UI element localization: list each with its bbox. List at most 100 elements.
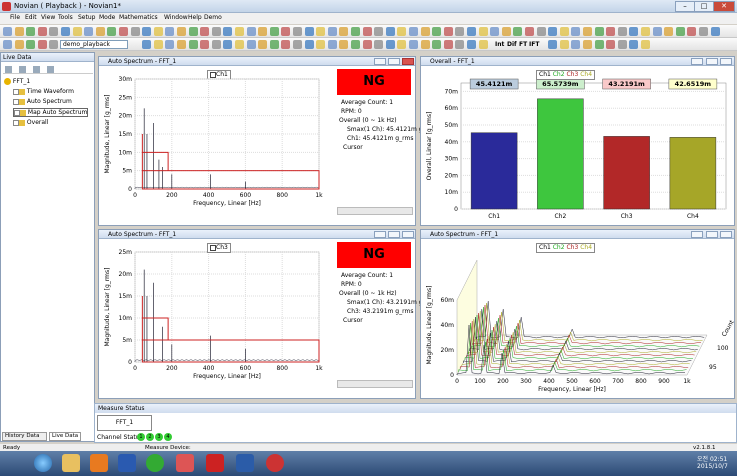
toolbar-button-icon[interactable] [432,40,442,49]
toolbar-button-icon[interactable] [629,27,639,36]
toolbar-button-icon[interactable] [165,40,175,49]
toolbar-button-icon[interactable] [258,27,268,36]
toolbar-button-icon[interactable] [327,27,337,36]
toolbar-button-icon[interactable] [351,40,360,49]
tree-tool-icon[interactable] [47,66,54,73]
panel-minimize-button[interactable] [374,231,386,238]
toolbar-button-icon[interactable] [130,27,140,36]
menu-demo[interactable]: Demo [204,14,222,21]
overall-legend[interactable]: Ch1 Ch2 Ch3 Ch4 [536,70,596,80]
legend-ch2[interactable]: Ch2 [553,244,565,251]
panel-minimize-button[interactable] [374,58,386,65]
toolbar-button-icon[interactable] [339,27,349,36]
toolbar-button-icon[interactable] [188,40,198,49]
toolbar-button-icon[interactable] [49,40,59,49]
toolbar-button-icon[interactable] [641,27,650,36]
app-icon-2[interactable] [146,454,164,472]
toolbar-button-icon[interactable] [211,27,221,36]
toolbar-button-icon[interactable] [153,40,163,49]
toolbar-button-icon[interactable] [606,27,616,36]
toolbar-button-icon[interactable] [223,27,233,36]
toolbar-button-icon[interactable] [61,27,70,36]
toolbar-button-icon[interactable] [95,27,105,36]
toolbar-button-icon[interactable] [652,27,662,36]
toolbar-button-icon[interactable] [142,40,152,49]
toolbar-button-icon[interactable] [153,27,163,36]
explorer-icon[interactable] [62,454,80,472]
tree-item-overall[interactable]: Overall [13,119,48,126]
toolbar-button-icon[interactable] [351,27,360,36]
toolbar-button-icon[interactable] [200,27,210,36]
menu-file[interactable]: File [10,14,20,21]
tree-item-auto-spectrum[interactable]: Auto Spectrum [13,98,72,105]
toolbar-button-icon[interactable] [548,40,558,49]
toolbar-button-icon[interactable] [188,27,198,36]
toolbar-button-icon[interactable] [211,40,221,49]
toolbar-button-icon[interactable] [200,40,210,49]
pdf-icon[interactable] [206,454,224,472]
toolbar-button-icon[interactable] [385,40,395,49]
tab-history-data[interactable]: History Data [2,432,47,441]
legend-ch2[interactable]: Ch2 [553,71,565,78]
toolbar-button-icon[interactable] [14,27,24,36]
toolbar-button-icon[interactable] [443,27,453,36]
toolbar-button-icon[interactable] [397,27,407,36]
app-icon-3[interactable] [176,454,194,472]
start-button[interactable] [34,454,52,472]
toolbar-button-icon[interactable] [478,27,488,36]
menu-view[interactable]: View [41,14,55,21]
int-button[interactable]: Int [495,41,504,48]
toolbar-button-icon[interactable] [397,40,407,49]
panel-maximize-button[interactable] [388,58,400,65]
toolbar-button-icon[interactable] [409,27,418,36]
legend-ch1[interactable]: Ch1 [539,71,551,78]
toolbar-button-icon[interactable] [316,27,326,36]
toolbar-button-icon[interactable] [420,40,430,49]
toolbar-button-icon[interactable] [37,40,47,49]
toolbar-button-icon[interactable] [571,40,581,49]
toolbar-button-icon[interactable] [420,27,430,36]
toolbar-button-icon[interactable] [374,27,384,36]
toolbar-button-icon[interactable] [223,40,233,49]
playback-dropdown[interactable]: demo_playback [60,40,128,49]
toolbar-button-icon[interactable] [339,40,349,49]
panel-close-button[interactable] [402,231,414,238]
menu-tools[interactable]: Tools [58,14,73,21]
panel-maximize-button[interactable] [388,231,400,238]
toolbar-button-icon[interactable] [3,40,12,49]
toolbar-button-icon[interactable] [490,27,500,36]
waterfall-legend[interactable]: Ch1 Ch2 Ch3 Ch4 [536,243,596,253]
toolbar-button-icon[interactable] [281,40,291,49]
toolbar-button-icon[interactable] [664,27,674,36]
toolbar-button-icon[interactable] [467,40,476,49]
toolbar-button-icon[interactable] [304,27,314,36]
toolbar-button-icon[interactable] [641,40,650,49]
info-scrollbar[interactable] [337,207,413,215]
panel-maximize-button[interactable] [706,58,718,65]
toolbar-button-icon[interactable] [3,27,12,36]
tree-item-time-waveform[interactable]: Time Waveform [13,88,74,95]
toolbar-button-icon[interactable] [385,27,395,36]
toolbar-button-icon[interactable] [72,27,82,36]
toolbar-button-icon[interactable] [525,27,534,36]
tree-item-fft[interactable]: FFT_1 [4,78,30,85]
legend-ch4[interactable]: Ch4 [580,244,592,251]
toolbar-button-icon[interactable] [559,27,569,36]
toolbar-button-icon[interactable] [235,27,244,36]
toolbar-button-icon[interactable] [594,40,604,49]
close-button[interactable]: ✕ [713,1,735,12]
toolbar-button-icon[interactable] [107,27,117,36]
toolbar-button-icon[interactable] [559,40,569,49]
panel-close-button[interactable] [720,58,732,65]
toolbar-button-icon[interactable] [281,27,291,36]
toolbar-button-icon[interactable] [583,40,592,49]
toolbar-button-icon[interactable] [49,27,59,36]
toolbar-button-icon[interactable] [710,27,720,36]
toolbar-button-icon[interactable] [467,27,476,36]
legend-ch3[interactable]: Ch3 [566,71,578,78]
toolbar-button-icon[interactable] [293,27,302,36]
toolbar-button-icon[interactable] [443,40,453,49]
toolbar-button-icon[interactable] [246,27,256,36]
toolbar-button-icon[interactable] [455,40,465,49]
tree-item-map-auto-spectrum[interactable]: Map Auto Spectrum [13,108,89,117]
